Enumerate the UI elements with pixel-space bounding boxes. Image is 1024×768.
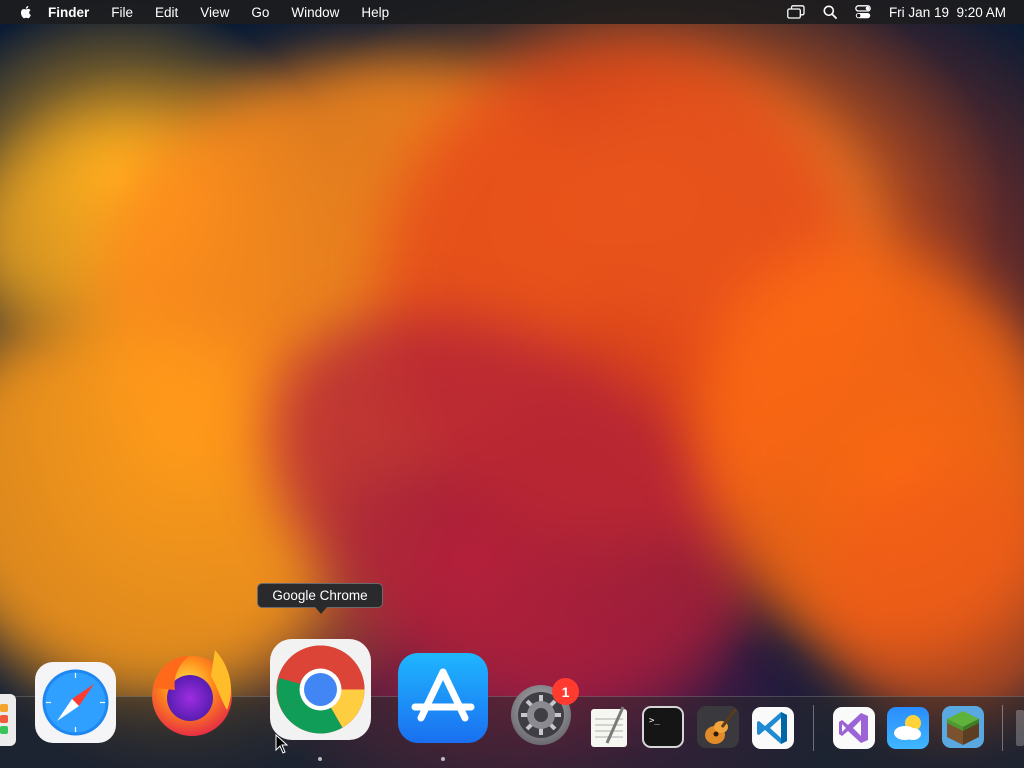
- spotlight-search-icon[interactable]: [823, 5, 837, 19]
- running-indicator: [441, 757, 445, 761]
- menu-help[interactable]: Help: [361, 5, 389, 20]
- menu-go[interactable]: Go: [251, 5, 269, 20]
- dock-separator: [1002, 705, 1003, 751]
- trash-icon[interactable]: [1014, 708, 1024, 748]
- minecraft-icon[interactable]: [941, 705, 985, 749]
- dock-tooltip: Google Chrome: [257, 583, 383, 614]
- launchpad-icon[interactable]: [0, 694, 16, 746]
- apple-logo-icon[interactable]: [18, 4, 34, 20]
- menu-bar: Finder File Edit View Go Window Help Fri…: [0, 0, 1024, 24]
- terminal-icon[interactable]: >_: [641, 705, 685, 749]
- active-app-name[interactable]: Finder: [48, 5, 89, 20]
- garageband-icon[interactable]: [696, 705, 740, 749]
- textedit-icon[interactable]: [587, 705, 631, 749]
- control-center-icon[interactable]: [855, 5, 871, 19]
- menu-file[interactable]: File: [111, 5, 133, 20]
- notification-badge: 1: [552, 678, 579, 705]
- menu-view[interactable]: View: [200, 5, 229, 20]
- weather-icon[interactable]: [886, 706, 930, 750]
- mouse-cursor-icon: [275, 734, 289, 754]
- firefox-icon[interactable]: [141, 640, 243, 742]
- tooltip-label: Google Chrome: [272, 588, 368, 603]
- chrome-icon[interactable]: [269, 638, 372, 741]
- dock-separator: [813, 705, 814, 751]
- menubar-clock[interactable]: Fri Jan 19 9:20 AM: [889, 5, 1006, 20]
- app-store-icon[interactable]: [397, 652, 489, 744]
- menu-window[interactable]: Window: [291, 5, 339, 20]
- vscode-icon[interactable]: [751, 706, 795, 750]
- running-indicator: [318, 757, 322, 761]
- svg-text:>_: >_: [649, 716, 660, 726]
- safari-icon[interactable]: [34, 661, 117, 744]
- screen-mirroring-icon[interactable]: [787, 5, 805, 19]
- badge-count: 1: [561, 683, 570, 700]
- menu-edit[interactable]: Edit: [155, 5, 178, 20]
- visual-studio-icon[interactable]: [832, 706, 876, 750]
